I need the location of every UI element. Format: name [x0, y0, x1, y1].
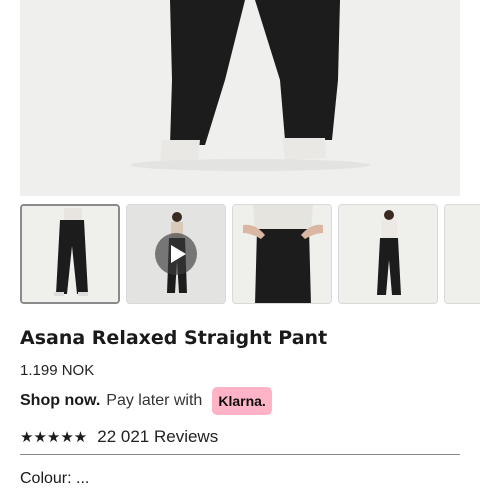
- thumbnail-3[interactable]: [232, 204, 332, 304]
- thumbnail-strip: [20, 204, 480, 304]
- product-title: Asana Relaxed Straight Pant: [20, 327, 328, 349]
- thumbnail-video[interactable]: [126, 204, 226, 304]
- shop-now-text: Shop now.: [20, 392, 101, 409]
- star-rating-icon: ★★★★★: [20, 429, 88, 446]
- thumbnail-4[interactable]: [338, 204, 438, 304]
- play-icon[interactable]: [155, 233, 197, 275]
- klarna-badge[interactable]: Klarna.: [212, 387, 272, 415]
- thumbnail-image: [445, 205, 480, 303]
- thumbnail-image: [339, 205, 437, 303]
- reviews-summary[interactable]: ★★★★★ 22 021 Reviews: [20, 427, 218, 447]
- pants-photo: [20, 0, 460, 196]
- klarna-promo: Shop now. Pay later with Klarna.: [20, 386, 272, 416]
- review-count[interactable]: 22 021 Reviews: [97, 427, 218, 447]
- pay-later-text: Pay later with: [106, 392, 203, 409]
- main-product-image[interactable]: [20, 0, 460, 196]
- thumbnail-image: [22, 206, 118, 302]
- product-price: 1.199 NOK: [20, 362, 95, 379]
- thumbnail-1[interactable]: [20, 204, 120, 304]
- thumbnail-image: [233, 205, 331, 303]
- divider: [20, 454, 460, 455]
- colour-label: Colour: ...: [20, 470, 90, 487]
- thumbnail-5[interactable]: [444, 204, 480, 304]
